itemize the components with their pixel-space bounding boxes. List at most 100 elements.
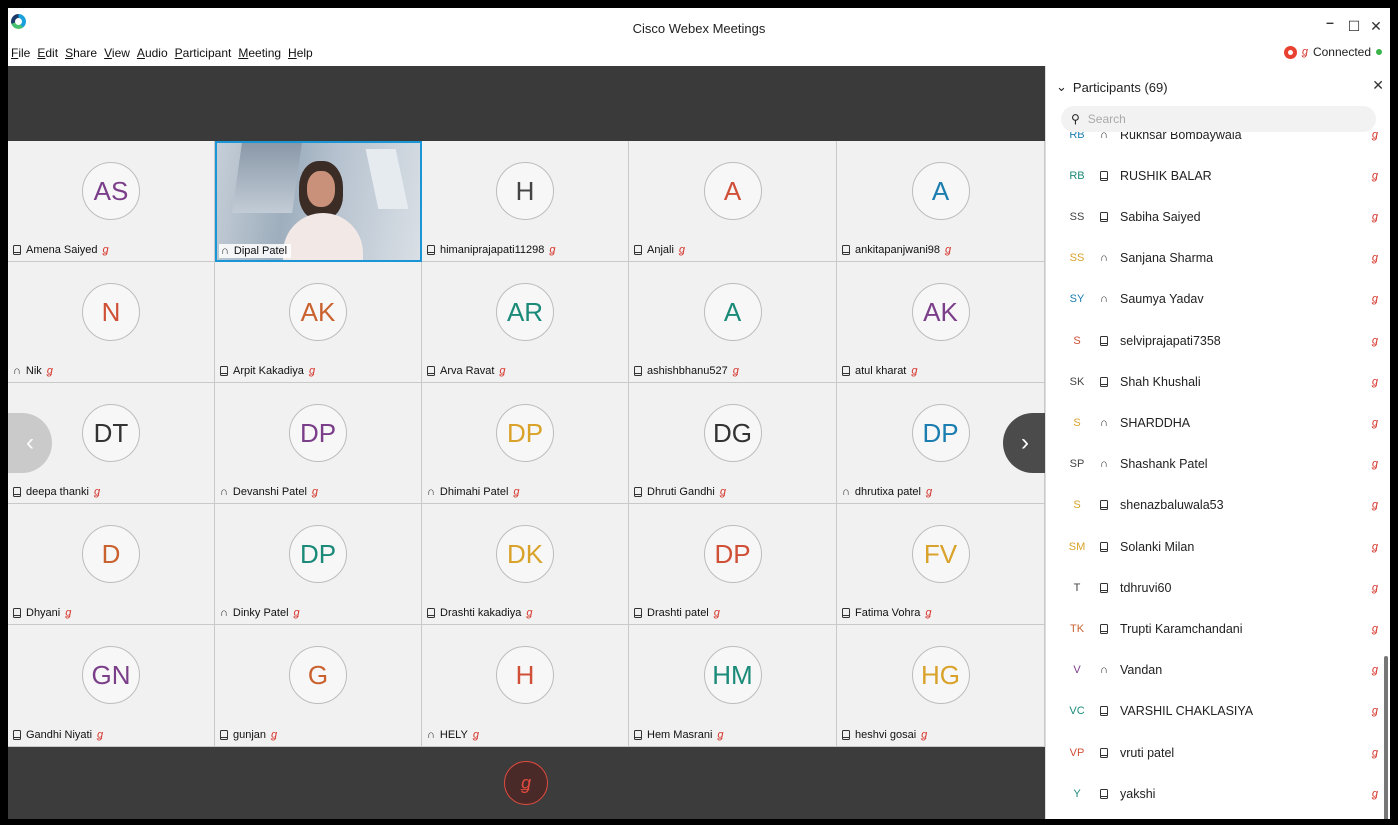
mic-muted-icon[interactable]: ǥ bbox=[1372, 376, 1378, 388]
participant-tile[interactable]: AS Amena Saiyed ǥ bbox=[8, 141, 215, 262]
list-item[interactable]: V ∩ Vandan ǥ bbox=[1046, 650, 1390, 691]
list-item[interactable]: Yyakshi ǥ bbox=[1046, 773, 1390, 814]
mic-muted-icon: ǥ bbox=[46, 365, 53, 377]
participant-tile[interactable]: HG heshvi gosai ǥ bbox=[837, 625, 1045, 747]
window-title: Cisco Webex Meetings bbox=[632, 21, 766, 36]
search-input[interactable] bbox=[1087, 112, 1348, 126]
participant-tile[interactable]: DK Drashti kakadiya ǥ bbox=[422, 504, 629, 625]
menu-accelerator: A bbox=[136, 46, 145, 60]
list-item[interactable]: Sshenazbaluwala53 ǥ bbox=[1046, 485, 1390, 526]
participant-tile[interactable]: AK atul kharat ǥ bbox=[837, 262, 1045, 383]
participant-tile[interactable]: HM Hem Masrani ǥ bbox=[629, 625, 837, 747]
list-item[interactable]: SP ∩ Shashank Patel ǥ bbox=[1046, 444, 1390, 485]
list-item[interactable]: SM Solanki Milan ǥ bbox=[1046, 526, 1390, 567]
menu-meeting[interactable]: Meeting bbox=[238, 46, 281, 60]
menu-view[interactable]: View bbox=[104, 46, 130, 60]
mic-muted-icon[interactable]: ǥ bbox=[1372, 132, 1378, 141]
mic-muted-icon[interactable]: ǥ bbox=[1372, 417, 1378, 429]
headset-icon: ∩ bbox=[221, 245, 229, 257]
mic-muted-icon[interactable]: ǥ bbox=[1372, 747, 1378, 759]
avatar: RB bbox=[1069, 132, 1085, 141]
unmute-button[interactable]: ǥ bbox=[504, 761, 548, 805]
participant-tile[interactable]: Aankitapanjwani98 ǥ bbox=[837, 141, 1045, 262]
list-item[interactable]: Ttdhruvi60 ǥ bbox=[1046, 567, 1390, 608]
mic-muted-icon[interactable]: ǥ bbox=[1372, 664, 1378, 676]
list-item[interactable]: RB RUSHIK BALAR ǥ bbox=[1046, 155, 1390, 196]
participant-tile[interactable]: FV Fatima Vohra ǥ bbox=[837, 504, 1045, 625]
participant-tile[interactable]: A Anjali ǥ bbox=[629, 141, 837, 262]
list-item[interactable]: VP vruti patel ǥ bbox=[1046, 732, 1390, 773]
menu-label-rest: elp bbox=[296, 46, 313, 60]
list-item[interactable]: Sselviprajapati7358 ǥ bbox=[1046, 320, 1390, 361]
maximize-button[interactable]: ☐ bbox=[1344, 18, 1364, 35]
avatar: AR bbox=[496, 283, 554, 341]
mic-muted-icon[interactable]: ǥ bbox=[1372, 788, 1378, 800]
mic-muted-icon[interactable]: ǥ bbox=[1372, 705, 1378, 717]
mic-muted-icon[interactable]: ǥ bbox=[1372, 335, 1378, 347]
participant-tile[interactable]: DP ∩ Dhimahi Patel ǥ bbox=[422, 383, 629, 504]
close-window-button[interactable]: ✕ bbox=[1366, 18, 1386, 35]
mic-muted-icon: ǥ bbox=[102, 244, 109, 256]
device-slot: ∩ bbox=[1096, 417, 1112, 429]
avatar: S bbox=[1073, 416, 1081, 429]
participant-tile[interactable]: AK Arpit Kakadiya ǥ bbox=[215, 262, 422, 383]
phone-device-icon bbox=[13, 245, 21, 255]
headset-icon: ∩ bbox=[220, 486, 228, 498]
search-field[interactable]: ⚲ bbox=[1061, 106, 1376, 132]
mic-muted-icon: ǥ bbox=[520, 772, 531, 793]
list-item[interactable]: TK Trupti Karamchandani ǥ bbox=[1046, 608, 1390, 649]
close-panel-button[interactable]: ✕ bbox=[1372, 77, 1384, 94]
menu-label-rest: hare bbox=[73, 46, 98, 60]
participant-tile[interactable]: Ggunjan ǥ bbox=[215, 625, 422, 747]
participant-tile[interactable]: Aashishbhanu527 ǥ bbox=[629, 262, 837, 383]
list-item[interactable]: SK Shah Khushali ǥ bbox=[1046, 361, 1390, 402]
participant-tile[interactable]: DP ∩ Dinky Patel ǥ bbox=[215, 504, 422, 625]
mic-muted-icon[interactable]: ǥ bbox=[1372, 252, 1378, 264]
participant-tile[interactable]: N ∩ Nik ǥ bbox=[8, 262, 215, 383]
participant-name: Arpit Kakadiya bbox=[233, 365, 304, 377]
list-item[interactable]: VC VARSHIL CHAKLASIYA ǥ bbox=[1046, 691, 1390, 732]
menu-label-rest: ile bbox=[18, 46, 31, 60]
menu-file[interactable]: File bbox=[11, 46, 30, 60]
avatar: VP bbox=[1069, 746, 1085, 759]
menu-audio[interactable]: Audio bbox=[137, 46, 168, 60]
menu-edit[interactable]: Edit bbox=[37, 46, 58, 60]
headset-icon: ∩ bbox=[1100, 416, 1108, 429]
mic-muted-icon[interactable]: ǥ bbox=[1372, 458, 1378, 470]
participant-tile[interactable]: D Dhyani ǥ bbox=[8, 504, 215, 625]
mic-muted-icon[interactable]: ǥ bbox=[1372, 211, 1378, 223]
recording-icon[interactable] bbox=[1283, 45, 1297, 59]
participant-tile[interactable]: DP Drashti patel ǥ bbox=[629, 504, 837, 625]
menu-participant[interactable]: Participant bbox=[175, 46, 232, 60]
mic-muted-icon[interactable]: ǥ bbox=[1302, 46, 1308, 58]
participant-tile[interactable]: DG Dhruti Gandhi ǥ bbox=[629, 383, 837, 504]
participant-tile[interactable]: GN Gandhi Niyati ǥ bbox=[8, 625, 215, 747]
menu-help[interactable]: Help bbox=[288, 46, 313, 60]
mic-muted-icon[interactable]: ǥ bbox=[1372, 582, 1378, 594]
mic-muted-icon[interactable]: ǥ bbox=[1372, 541, 1378, 553]
panel-scrollbar[interactable] bbox=[1384, 656, 1388, 819]
participant-tile[interactable]: ∩ Dipal Patel bbox=[215, 141, 422, 262]
phone-device-icon bbox=[842, 366, 850, 376]
phone-device-icon bbox=[13, 730, 21, 740]
participant-tile[interactable]: AR Arva Ravat ǥ bbox=[422, 262, 629, 383]
participant-name: SHARDDHA bbox=[1120, 415, 1191, 430]
tile-name-label: Arva Ravat ǥ bbox=[427, 365, 506, 377]
participant-name: dhrutixa patel bbox=[854, 486, 921, 498]
list-item[interactable]: S ∩ SHARDDHA ǥ bbox=[1046, 402, 1390, 443]
participant-tile[interactable]: Hhimaniprajapati11298 ǥ bbox=[422, 141, 629, 262]
mic-muted-icon[interactable]: ǥ bbox=[1372, 499, 1378, 511]
list-item[interactable]: SS ∩ Sanjana Sharma ǥ bbox=[1046, 238, 1390, 279]
participant-tile[interactable]: DP ∩ Devanshi Patel ǥ bbox=[215, 383, 422, 504]
mic-muted-icon[interactable]: ǥ bbox=[1372, 170, 1378, 182]
list-item[interactable]: SY ∩ Saumya Yadav ǥ bbox=[1046, 279, 1390, 320]
avatar: DT bbox=[82, 404, 140, 462]
mic-muted-icon[interactable]: ǥ bbox=[1372, 623, 1378, 635]
list-item[interactable]: SS Sabiha Saiyed ǥ bbox=[1046, 196, 1390, 237]
participant-tile[interactable]: H ∩ HELY ǥ bbox=[422, 625, 629, 747]
minimize-button[interactable]: – bbox=[1320, 14, 1340, 30]
list-item[interactable]: RB ∩ Rukhsar Bombaywala ǥ bbox=[1046, 132, 1390, 155]
menu-share[interactable]: Share bbox=[65, 46, 97, 60]
participants-toggle[interactable]: ⌄ Participants (69) bbox=[1056, 79, 1168, 95]
mic-muted-icon[interactable]: ǥ bbox=[1372, 293, 1378, 305]
